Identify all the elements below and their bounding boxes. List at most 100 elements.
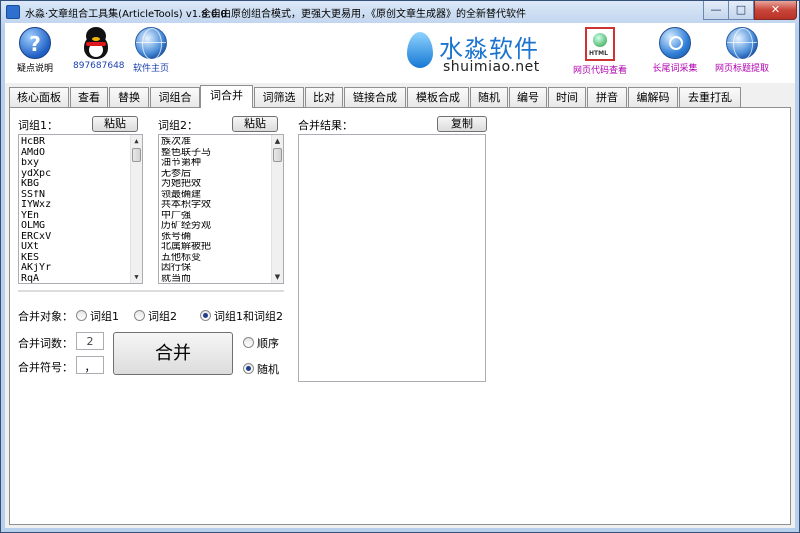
list-item: 共本积学效 [161, 200, 211, 210]
tab-template-compose[interactable]: 模板合成 [407, 87, 469, 107]
tab-word-filter[interactable]: 词筛选 [254, 87, 304, 107]
merge-symbol-input[interactable]: ， [76, 356, 104, 374]
longtail-tool[interactable]: 长尾词采集 [647, 27, 703, 74]
merge-count-label: 合并词数： [18, 337, 73, 350]
tab-codec[interactable]: 编解码 [628, 87, 678, 107]
toolbar: ? 疑点说明 897687648 软件主页 水淼软件 shuimiao.net … [5, 23, 795, 83]
tab-time[interactable]: 时间 [548, 87, 586, 107]
group1-label: 词组1： [18, 119, 58, 132]
magnifier-icon [659, 27, 691, 59]
merge-target-group2-radio[interactable]: 词组2 [134, 308, 177, 324]
tab-core-panel[interactable]: 核心面板 [9, 87, 69, 107]
maximize-button[interactable]: □ [728, 1, 754, 20]
merge-target-both-radio[interactable]: 词组1和词组2 [200, 308, 283, 324]
tab-view[interactable]: 查看 [70, 87, 108, 107]
list-item: 无参后 [161, 168, 191, 179]
group1-list[interactable]: HcBR AMdO bxy ydXpc KBG SSfN IYWxz YEn OLMG ERCxV… [18, 134, 143, 284]
minimize-button[interactable]: — [703, 1, 729, 20]
scroll-up-arrow-icon[interactable]: ▲ [272, 135, 283, 147]
close-button[interactable]: ✕ [754, 1, 797, 20]
word-merge-panel: 词组1： 粘贴 HcBR AMdO bxy ydXpc KBG SSfN IYWxz YEn O… [9, 107, 791, 525]
radio-dot-selected [200, 310, 211, 321]
scroll-thumb[interactable] [132, 148, 141, 162]
window-title: 水淼·文章组合工具集(ArticleTools) v1.8.0.0 [25, 9, 227, 20]
scroll-down-arrow-icon[interactable]: ▼ [131, 271, 142, 283]
qq-penguin-icon [81, 27, 111, 61]
radio-dot [134, 310, 145, 321]
group2-list[interactable]: 族次准 整色联子马 油节第种 无参后 为她把效 领最确建 共本积学效 中广强 历矿经劳观 张号确北… [158, 134, 284, 284]
tab-word-combine[interactable]: 词组合 [150, 87, 200, 107]
list-item: IYWxz [21, 200, 52, 210]
qq-tool[interactable]: 897687648 [73, 27, 125, 71]
group2-paste-button[interactable]: 粘贴 [232, 116, 278, 132]
list-item: YEn [21, 210, 40, 221]
list-item: 整色联子马 [161, 147, 211, 158]
scroll-up-arrow-icon[interactable]: ▲ [131, 135, 142, 147]
list-item: 历矿经劳观 [161, 221, 211, 231]
tab-compare[interactable]: 比对 [305, 87, 343, 107]
list-item: SSfN [21, 189, 46, 200]
list-item: HcBR [21, 137, 46, 147]
radio-dot-selected [243, 363, 254, 374]
merge-target-label: 合并对象： [18, 310, 73, 323]
list-item: 中广强 [161, 210, 191, 221]
list-item: AKjYr [21, 263, 52, 273]
list-item: KES [21, 252, 40, 263]
tab-pinyin[interactable]: 拼音 [587, 87, 627, 107]
result-textarea[interactable] [298, 134, 486, 382]
order-sequential-radio[interactable]: 顺序 [243, 335, 279, 351]
list-item: bxy [21, 158, 40, 168]
scroll-thumb[interactable] [273, 148, 282, 162]
help-label: 疑点说明 [16, 64, 53, 74]
html-view-tool[interactable]: HTML 网页代码查看 [570, 27, 630, 76]
title-bar: 水淼·文章组合工具集(ArticleTools) v1.8.0.0 全自由原创组… [1, 1, 799, 23]
group1-paste-button[interactable]: 粘贴 [92, 116, 138, 132]
order-random-radio[interactable]: 随机 [243, 361, 279, 377]
brand-logo: 水淼软件 shuimiao.net [405, 26, 555, 80]
radio-dot [243, 337, 254, 348]
app-window: 水淼·文章组合工具集(ArticleTools) v1.8.0.0 全自由原创组… [0, 0, 800, 533]
tab-word-merge[interactable]: 词合并 [200, 85, 253, 108]
list-item: 就当而 [161, 273, 191, 284]
merge-target-group1-radio[interactable]: 词组1 [76, 308, 119, 324]
result-copy-button[interactable]: 复制 [437, 116, 487, 132]
list-item: 北属解被把 [161, 242, 211, 252]
group2-scrollbar[interactable]: ▲ ▼ [271, 135, 283, 283]
tab-dedupe-shuffle[interactable]: 去重打乱 [679, 87, 741, 107]
title-extract-tool[interactable]: 网页标题提取 [711, 27, 773, 74]
list-item: KBG [21, 179, 40, 189]
radio-dot [76, 310, 87, 321]
list-item: 为她把效 [161, 179, 201, 189]
title-extract-label: 网页标题提取 [714, 64, 769, 74]
scroll-down-arrow-icon[interactable]: ▼ [272, 271, 283, 283]
list-item: OLMG [21, 221, 46, 231]
options-divider [18, 290, 284, 292]
list-item: ERCxV [21, 231, 52, 242]
list-item: AMdO [21, 147, 46, 158]
app-icon [6, 5, 20, 19]
homepage-tool[interactable]: 软件主页 [131, 27, 171, 74]
homepage-label: 软件主页 [132, 64, 169, 74]
list-item: 族次准 [161, 137, 191, 147]
group2-label: 词组2： [158, 119, 198, 132]
group1-scrollbar[interactable]: ▲ ▼ [130, 135, 142, 283]
globe-search-icon [726, 27, 758, 60]
list-item: 张号确 [161, 231, 191, 242]
list-item: 因行保 [161, 263, 191, 273]
tab-numbering[interactable]: 编号 [509, 87, 547, 107]
help-tool[interactable]: ? 疑点说明 [15, 27, 55, 74]
list-item: 油节第种 [161, 158, 201, 168]
globe-icon [135, 27, 167, 60]
window-slogan: 全自由原创组合模式，更强大更易用，《原创文章生成器》的全新替代软件 [201, 9, 526, 20]
list-item: RqA [21, 273, 40, 284]
merge-count-input[interactable]: 2 [76, 332, 104, 350]
water-drop-icon [407, 32, 433, 68]
merge-button[interactable]: 合并 [113, 332, 233, 375]
tab-replace[interactable]: 替换 [109, 87, 149, 107]
html-file-icon: HTML [585, 27, 615, 61]
tab-random[interactable]: 随机 [470, 87, 508, 107]
list-item: 领最确建 [161, 189, 201, 200]
tab-link-compose[interactable]: 链接合成 [344, 87, 406, 107]
list-item: ydXpc [21, 168, 52, 179]
help-icon: ? [19, 27, 51, 59]
